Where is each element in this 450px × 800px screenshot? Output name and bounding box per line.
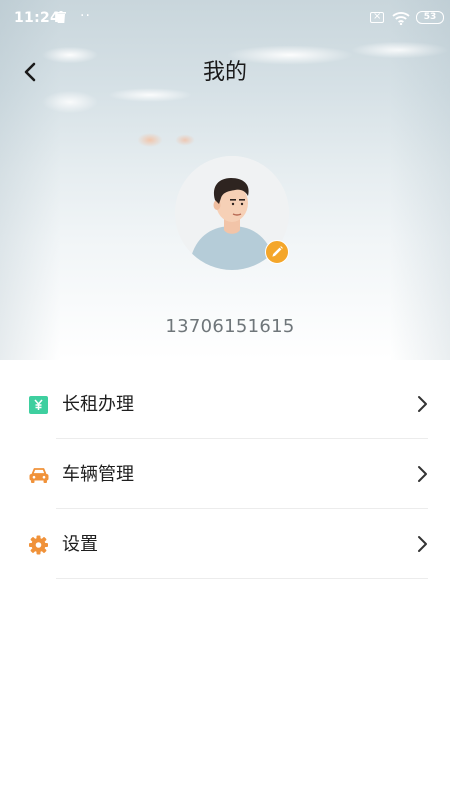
menu-item-long-term-rental[interactable]: 长租办理 — [0, 369, 450, 439]
phone-number: 13706151615 — [165, 316, 295, 337]
yen-card-icon — [29, 396, 48, 414]
menu-item-label: 车辆管理 — [62, 464, 134, 485]
edit-avatar-button[interactable] — [265, 240, 289, 264]
chevron-right-icon — [418, 396, 427, 412]
menu-item-vehicle-management[interactable]: 车辆管理 — [0, 439, 450, 509]
gear-icon — [29, 535, 48, 555]
chevron-right-icon — [418, 466, 427, 482]
menu-item-label: 长租办理 — [62, 394, 134, 415]
battery-level: 53 — [423, 12, 437, 22]
chevron-right-icon — [418, 536, 427, 552]
car-icon — [29, 468, 49, 483]
status-time: 11:24 — [14, 10, 61, 26]
status-more-dots: ·· — [80, 8, 91, 24]
trash-icon — [56, 11, 66, 23]
pencil-icon — [272, 246, 283, 257]
sim-indicator: × — [373, 11, 382, 22]
battery-icon: 53 — [416, 11, 444, 24]
divider — [56, 578, 428, 579]
menu-item-settings[interactable]: 设置 — [0, 509, 450, 579]
wifi-icon — [392, 12, 410, 25]
sim-card-icon: × — [370, 11, 384, 23]
page-title: 我的 — [202, 60, 247, 85]
menu-list: 长租办理 车辆管理 设置 — [0, 369, 450, 579]
menu-item-label: 设置 — [62, 534, 98, 555]
status-bar: 11:24 ·· × 53 — [0, 0, 450, 36]
